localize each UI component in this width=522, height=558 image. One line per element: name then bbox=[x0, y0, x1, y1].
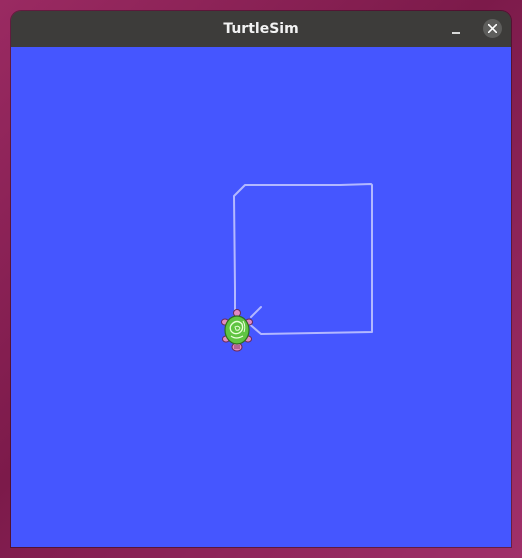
pen-trail-segment bbox=[250, 306, 262, 318]
close-button[interactable] bbox=[483, 19, 502, 38]
close-icon bbox=[488, 24, 497, 33]
window-title: TurtleSim bbox=[223, 21, 299, 37]
pen-trail bbox=[233, 183, 373, 335]
turtlesim-window: TurtleSim bbox=[11, 11, 511, 547]
turtle-icon bbox=[221, 309, 253, 352]
minimize-button[interactable] bbox=[447, 20, 465, 38]
canvas-drawing bbox=[221, 183, 373, 352]
title-bar[interactable]: TurtleSim bbox=[11, 11, 511, 47]
turtle-canvas[interactable] bbox=[11, 47, 511, 547]
minimize-icon bbox=[452, 32, 460, 34]
